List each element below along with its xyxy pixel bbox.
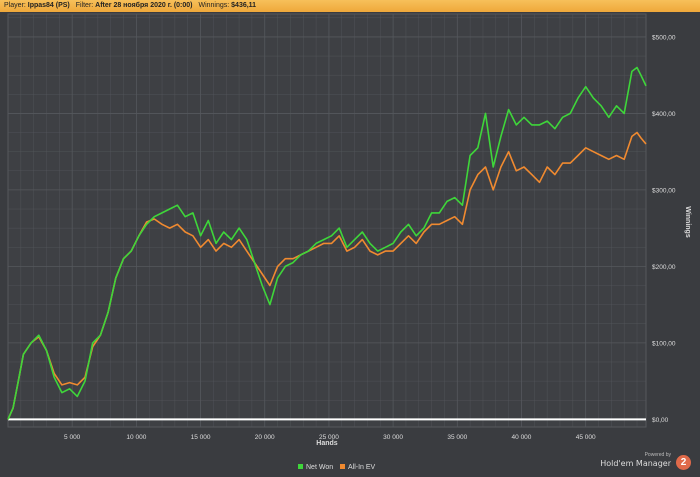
y-tick-label: $100,00 <box>652 340 676 347</box>
winnings-value: $436,11 <box>231 2 257 9</box>
x-tick-label: 20 000 <box>255 434 275 441</box>
x-axis-label: Hands <box>316 440 338 447</box>
winnings-label: Winnings: <box>198 2 230 9</box>
brand-name: Hold'em Manager <box>600 459 671 468</box>
x-tick-label: 15 000 <box>191 434 211 441</box>
y-tick-label: $300,00 <box>652 187 676 194</box>
powered-by-text: Powered by <box>644 452 671 458</box>
legend-swatch-net-won <box>298 464 303 469</box>
legend: Net Won All-In EV <box>298 464 376 471</box>
legend-swatch-all-in-ev <box>340 464 345 469</box>
x-tick-label: 35 000 <box>447 434 467 441</box>
player-value: Ippas84 (PS) <box>27 2 70 9</box>
x-tick-label: 30 000 <box>383 434 403 441</box>
hm2-logo-icon: 2 <box>676 455 691 470</box>
filter-bar: Player: Ippas84 (PS) Filter: After 28 но… <box>0 0 700 12</box>
x-tick-label: 45 000 <box>576 434 596 441</box>
y-tick-label: $500,00 <box>652 34 676 41</box>
legend-item-net-won[interactable]: Net Won <box>298 464 333 471</box>
filter-value: After 28 ноября 2020 г. (0:00) <box>95 2 193 9</box>
x-tick-label: 10 000 <box>126 434 146 441</box>
legend-label-net-won: Net Won <box>306 464 333 471</box>
brand-logo: Powered by Hold'em Manager 2 <box>581 452 691 474</box>
y-tick-label: $200,00 <box>652 264 676 271</box>
y-axis-label: Winnings <box>684 206 691 238</box>
winnings-graph: 5 000 10 000 15 000 20 000 25 000 30 000 35 00… <box>7 13 691 471</box>
y-tick-labels: $0,00 $100,00 $200,00 $300,00 $400,00 $500,00 <box>652 34 676 423</box>
legend-item-all-in-ev[interactable]: All-In EV <box>340 464 376 471</box>
y-tick-label: $0,00 <box>652 417 669 424</box>
x-tick-label: 40 000 <box>512 434 532 441</box>
y-tick-label: $400,00 <box>652 111 676 118</box>
legend-label-all-in-ev: All-In EV <box>348 464 376 471</box>
x-tick-label: 5 000 <box>64 434 81 441</box>
plot-background <box>7 13 647 428</box>
filter-label: Filter: <box>75 2 94 9</box>
player-label: Player: <box>4 2 26 9</box>
